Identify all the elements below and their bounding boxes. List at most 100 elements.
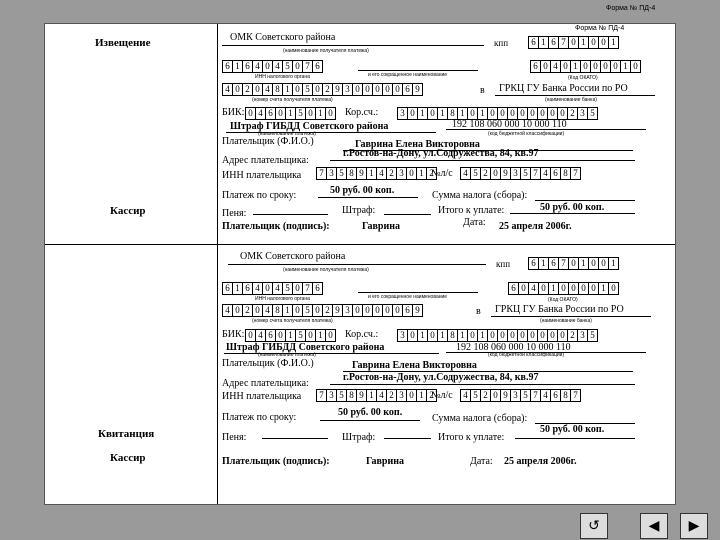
- corr-boxes-2: 30101810100000000235: [397, 329, 598, 342]
- ls-label-2: №л/с: [431, 390, 453, 401]
- fine-line: [384, 214, 431, 215]
- address-2: г.Ростов-на-Дону, ул.Содружества, 84, кв…: [343, 372, 539, 383]
- digit-box: 0: [608, 282, 619, 295]
- bik-label-2: БИК:: [222, 329, 245, 340]
- penalty-label: Пеня:: [222, 208, 247, 219]
- tax-line-2: [535, 423, 635, 424]
- bank-name-2: ГРКЦ ГУ Банка России по РО: [495, 304, 624, 315]
- penalty-line: [253, 214, 328, 215]
- ls-boxes: 452093574687: [460, 167, 581, 180]
- digit-box: 0: [325, 107, 336, 120]
- bank-caption-2: (наименование банка): [540, 318, 592, 324]
- penalty-label-2: Пеня:: [222, 432, 247, 443]
- total-label: Итого к уплате:: [438, 205, 505, 216]
- prev-slide-button[interactable]: ◀: [640, 513, 668, 539]
- next-icon: ▶: [688, 518, 700, 534]
- bank-name: ГРКЦ ГУ Банка России по РО: [499, 83, 628, 94]
- okato-caption-2: (Код ОКАТО): [548, 297, 578, 303]
- cashier-label-2: Кассир: [110, 452, 146, 464]
- inn-caption: ИНН налогового органа: [255, 74, 310, 80]
- payer-name-2: Гаврина Елена Викторовна: [352, 360, 477, 371]
- term-line-2: [320, 420, 420, 421]
- digit-box: 5: [587, 329, 598, 342]
- return-button[interactable]: ↺: [580, 513, 608, 539]
- return-icon: ↺: [588, 518, 600, 534]
- inn-boxes: 6164045076: [222, 60, 323, 73]
- payer-inn-label: ИНН плательщика: [222, 170, 302, 181]
- okato-boxes-2: 60401000010: [508, 282, 619, 295]
- payer-inn-boxes: 735891423012: [316, 167, 437, 180]
- total-label-2: Итого к уплате:: [438, 432, 505, 443]
- budget-caption: (код бюджетной классификации): [488, 131, 565, 137]
- digit-box: 5: [587, 107, 598, 120]
- bik-boxes-2: 046015010: [245, 329, 336, 342]
- prev-icon: ◀: [648, 518, 660, 534]
- term-label-2: Платеж по сроку:: [222, 412, 297, 423]
- total-line-2: [515, 438, 635, 439]
- date-label: Дата:: [463, 217, 486, 228]
- outer-form-title: Форма № ПД-4: [606, 5, 656, 12]
- receipt-label: Квитанция: [98, 428, 155, 440]
- bik-boxes: 046015010: [245, 107, 336, 120]
- fine-label-2: Штраф:: [342, 432, 376, 443]
- digit-box: 6: [312, 282, 323, 295]
- sign-label: Плательщик (подпись):: [222, 221, 330, 232]
- address-label: Адрес плательщика:: [222, 155, 309, 166]
- okato-caption: (Код ОКАТО): [568, 75, 598, 81]
- tax-amount-2: 50 руб. 00 коп.: [540, 424, 605, 435]
- form-title: Форма № ПД-4: [575, 25, 625, 32]
- inn-boxes-2: 6164045076: [222, 282, 323, 295]
- account-boxes: 40204810502930000069: [222, 83, 423, 96]
- payer-label-2: Плательщик (Ф.И.О.): [222, 358, 314, 369]
- digit-box: 1: [608, 36, 619, 49]
- okato-left-caption-2: и его сокращенное наименование: [368, 294, 448, 300]
- in-label: в: [480, 85, 485, 96]
- tax-label-2: Сумма налога (сбора):: [432, 413, 528, 424]
- total-amount: 50 руб. 00 коп.: [540, 202, 605, 213]
- inn-name-line: [358, 70, 478, 71]
- sign-label-2: Плательщик (подпись):: [222, 456, 330, 467]
- bank-line: [495, 95, 655, 96]
- account-caption: (номер счета получателя платежа): [252, 97, 333, 103]
- inn-caption-2: ИНН налогового органа: [255, 296, 310, 302]
- term-label: Платеж по сроку:: [222, 190, 297, 201]
- recipient-caption: (наименование получателя платежа): [283, 48, 369, 54]
- ls-label: №л/с: [431, 168, 453, 179]
- payer-inn-boxes-2: 735891423012: [316, 389, 437, 402]
- total-line: [510, 213, 635, 214]
- budget-caption-2: (код бюджетной классификации): [488, 352, 565, 358]
- corr-label-2: Кор.сч.:: [345, 329, 379, 340]
- next-slide-button[interactable]: ▶: [680, 513, 708, 539]
- account-caption-2: (номер счета получателя платежа): [252, 318, 333, 324]
- date-label-2: Дата:: [470, 456, 493, 467]
- account-boxes-2: 40204810502930000069: [222, 304, 423, 317]
- digit-box: 9: [412, 304, 423, 317]
- digit-box: 0: [325, 329, 336, 342]
- in-label-2: в: [476, 306, 481, 317]
- fine-label: Штраф:: [342, 205, 376, 216]
- recipient-caption-2: (наименование получателя платежа): [283, 267, 369, 273]
- kpp-label: кпп: [494, 38, 509, 48]
- fine-line-2: [384, 438, 431, 439]
- notice-label: Извещение: [95, 37, 151, 49]
- cashier-label-1: Кассир: [110, 205, 146, 217]
- section-divider: [45, 244, 675, 245]
- bik-label: БИК:: [222, 107, 245, 118]
- column-divider: [217, 24, 218, 504]
- ls-boxes-2: 452093574687: [460, 389, 581, 402]
- bank-caption: (наименование банка): [545, 97, 597, 103]
- address-line-2: [330, 384, 635, 385]
- digit-box: 7: [570, 167, 581, 180]
- digit-box: 1: [608, 257, 619, 270]
- kpp-boxes: 616701001: [528, 36, 619, 49]
- penalty-line-2: [262, 438, 328, 439]
- kpp-boxes-2: 616701001: [528, 257, 619, 270]
- digit-box: 9: [412, 83, 423, 96]
- payer-label: Плательщик (Ф.И.О.): [222, 136, 314, 147]
- budget-line: [446, 129, 646, 130]
- address: г.Ростов-на-Дону, ул.Содружества, 84, кв…: [343, 148, 539, 159]
- tax-line: [535, 200, 635, 201]
- payer-inn-label-2: ИНН плательщика: [222, 391, 302, 402]
- address-label-2: Адрес плательщика:: [222, 378, 309, 389]
- digit-box: 0: [630, 60, 641, 73]
